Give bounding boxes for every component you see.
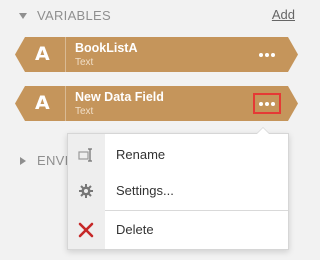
- dot: [265, 52, 269, 57]
- text-type-icon: A: [35, 92, 50, 114]
- menu-item-label: Delete: [116, 222, 154, 237]
- variable-divider: [65, 86, 66, 121]
- rename-icon: [77, 146, 95, 164]
- dot: [271, 101, 275, 106]
- variable-type: Text: [75, 106, 94, 117]
- context-menu: Rename Settings... Delete: [67, 127, 289, 250]
- expand-caret-icon[interactable]: [20, 157, 26, 165]
- more-dots-icon: [259, 52, 263, 57]
- environment-section-title[interactable]: ENVI: [37, 153, 69, 168]
- variable-item[interactable]: A BookListA Text: [15, 37, 298, 72]
- delete-x-icon: [77, 221, 95, 239]
- menu-item-label: Settings...: [116, 183, 174, 198]
- variable-type: Text: [75, 57, 94, 68]
- variable-divider: [65, 37, 66, 72]
- menu-item-rename[interactable]: Rename: [68, 136, 288, 174]
- text-type-icon: A: [35, 43, 50, 65]
- collapse-caret-icon[interactable]: [19, 13, 27, 19]
- gear-icon: [77, 182, 95, 200]
- menu-item-delete[interactable]: Delete: [68, 211, 288, 249]
- variables-section-header[interactable]: VARIABLES Add: [0, 0, 313, 32]
- menu-item-label: Rename: [116, 147, 166, 162]
- add-variable-link[interactable]: Add: [272, 7, 295, 22]
- more-dots-icon: [259, 101, 263, 106]
- variables-section-title: VARIABLES: [37, 8, 111, 23]
- variable-name: BookListA: [75, 41, 138, 55]
- dot: [271, 52, 275, 57]
- menu-item-settings[interactable]: Settings...: [68, 172, 288, 210]
- more-options-button-active[interactable]: [253, 93, 281, 114]
- variable-name: New Data Field: [75, 90, 164, 104]
- more-options-button[interactable]: [253, 44, 281, 65]
- dot: [265, 101, 269, 106]
- variable-item-selected[interactable]: A New Data Field Text: [15, 86, 298, 121]
